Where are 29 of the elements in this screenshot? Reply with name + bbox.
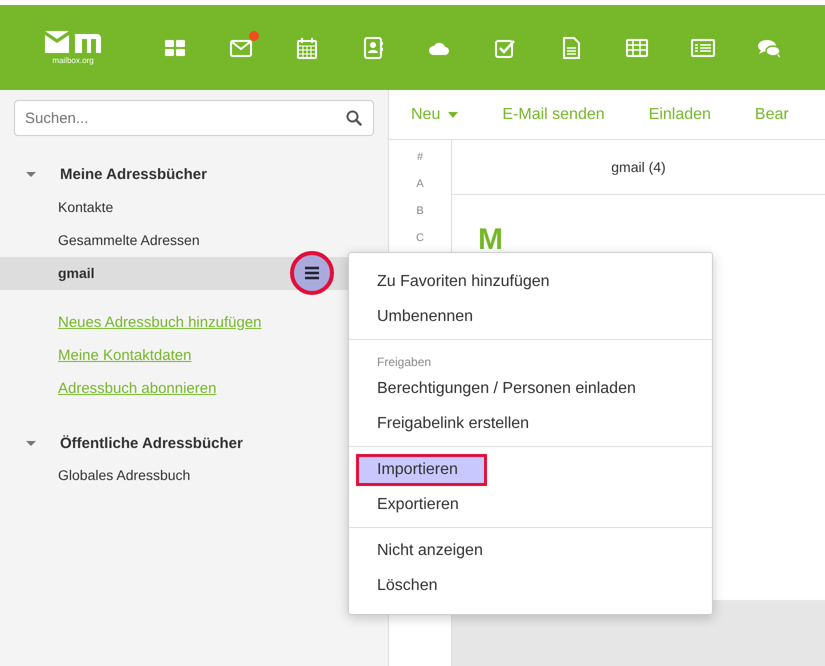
section-title: Meine Adressbücher xyxy=(60,165,207,185)
tree-item[interactable]: Kontakte xyxy=(0,190,388,224)
menu-item[interactable]: Berechtigungen / Personen einladen xyxy=(377,374,636,402)
menu-section-header: Freigaben xyxy=(376,354,432,371)
menu-item[interactable]: Exportieren xyxy=(377,490,459,518)
search-field[interactable]: Suchen... xyxy=(14,100,374,136)
menu-item[interactable]: Freigabelink erstellen xyxy=(377,410,530,438)
letter-heading: M xyxy=(477,222,503,258)
logo-text: mailbox.org xyxy=(52,56,94,64)
caret-icon xyxy=(448,112,458,118)
menu-item[interactable]: Löschen xyxy=(377,572,438,600)
caret-down-icon[interactable] xyxy=(26,440,36,448)
list-title: gmail (4) xyxy=(611,158,666,177)
alphabet-letter[interactable]: # xyxy=(416,144,424,171)
logo-icon xyxy=(45,30,101,52)
alphabet-letter[interactable]: B xyxy=(416,198,424,225)
caret-down-icon[interactable] xyxy=(26,171,36,180)
address-book-icon[interactable] xyxy=(361,36,385,60)
alphabet-letter[interactable]: C xyxy=(416,225,424,252)
calendar-icon[interactable] xyxy=(295,36,319,60)
menu-item[interactable]: Umbenennen xyxy=(377,302,474,330)
search-icon xyxy=(346,110,362,126)
tree-item[interactable]: Gesammelte Adressen xyxy=(0,224,388,256)
menu-item[interactable]: Nicht anzeigen xyxy=(377,536,483,564)
menu-item[interactable]: Importieren xyxy=(356,454,487,486)
menu-button[interactable] xyxy=(290,250,334,294)
menu-icon xyxy=(304,266,320,280)
section-title: Öffentliche Adressbücher xyxy=(60,434,243,454)
alphabet-letter[interactable]: A xyxy=(416,171,424,198)
